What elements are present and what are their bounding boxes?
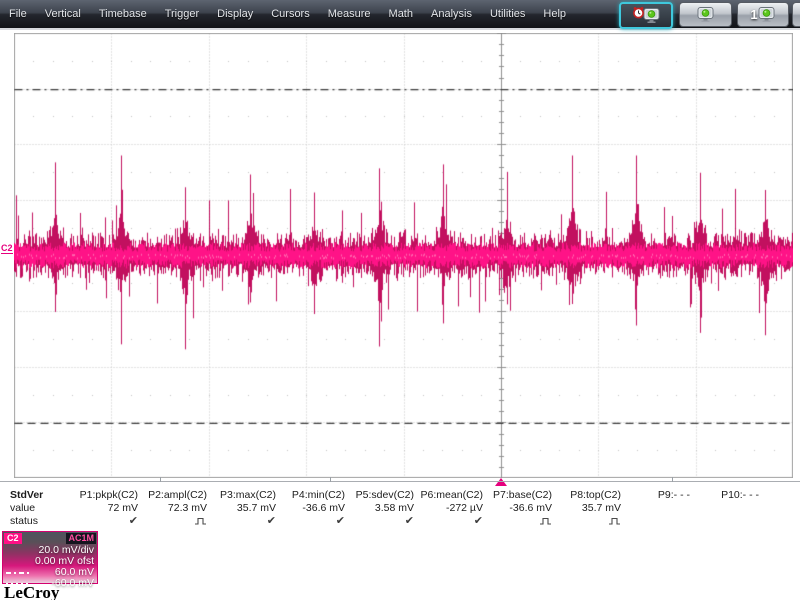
- menu-item-cursors[interactable]: Cursors: [262, 0, 319, 28]
- monitor-icon: [757, 6, 776, 23]
- measure-column-p7: P7:base(C2)-36.6 mV: [486, 489, 555, 528]
- measure-param-label[interactable]: P4:min(C2): [279, 489, 345, 502]
- coupling-badge: AC1M: [66, 533, 96, 544]
- measure-param-label[interactable]: P9:- - -: [624, 489, 690, 502]
- status-pulse-icon: [194, 516, 207, 526]
- measure-value: -272 µV: [417, 502, 483, 515]
- clock-display-button[interactable]: [619, 2, 673, 29]
- measure-param-label[interactable]: P2:ampl(C2): [141, 489, 207, 502]
- status-check-icon: ✔: [417, 515, 483, 528]
- measure-separator: [160, 477, 161, 482]
- measure-value: -36.6 mV: [279, 502, 345, 515]
- menu-item-measure[interactable]: Measure: [319, 0, 380, 28]
- status-check-icon: ✔: [72, 515, 138, 528]
- plot-bottom-rule: [0, 481, 800, 482]
- measure-column-p10: P10:- - -: [693, 489, 762, 528]
- status-pulse-icon: [141, 515, 207, 528]
- measure-status-row-label: status: [10, 515, 72, 528]
- display-button[interactable]: [679, 2, 732, 27]
- menu-item-vertical[interactable]: Vertical: [36, 0, 90, 28]
- channel-position-label[interactable]: C2: [1, 243, 13, 254]
- measure-separator: [330, 477, 331, 482]
- measure-row-labels: StdVer value status: [0, 489, 72, 528]
- menu-item-help[interactable]: Help: [534, 0, 575, 28]
- measure-column-p9: P9:- - -: [624, 489, 693, 528]
- alarm-clock-icon: [632, 6, 645, 19]
- status-check-icon: ✔: [279, 515, 345, 528]
- partial-button[interactable]: [792, 2, 800, 27]
- measure-param-label[interactable]: P8:top(C2): [555, 489, 621, 502]
- measure-value: -36.6 mV: [486, 502, 552, 515]
- status-pulse-icon: [486, 515, 552, 528]
- status-pulse-icon: [539, 516, 552, 526]
- lecroy-logo: LeCroy: [4, 584, 59, 600]
- measure-value: 35.7 mV: [555, 502, 621, 515]
- menu-item-display[interactable]: Display: [208, 0, 262, 28]
- measure-separator: [672, 477, 673, 482]
- measure-value-row-label: value: [10, 502, 72, 515]
- measure-column-p3: P3:max(C2)35.7 mV✔: [210, 489, 279, 528]
- display-1-button[interactable]: 1: [737, 2, 789, 27]
- measure-column-p8: P8:top(C2)35.7 mV: [555, 489, 624, 528]
- oscilloscope-screen: FileVerticalTimebaseTriggerDisplayCursor…: [0, 0, 800, 600]
- measure-value: [693, 502, 759, 515]
- measure-column-p2: P2:ampl(C2)72.3 mV: [141, 489, 210, 528]
- monitor-icon: [696, 6, 715, 23]
- channel-descriptor-c2[interactable]: C2 AC1M 20.0 mV/div 0.00 mV ofst 60.0 mV…: [2, 531, 98, 584]
- menu-item-file[interactable]: File: [0, 0, 36, 28]
- measure-value: 35.7 mV: [210, 502, 276, 515]
- status-empty: [693, 515, 759, 528]
- status-check-icon: ✔: [348, 515, 414, 528]
- menu-underline: [0, 28, 800, 30]
- measure-value: 72.3 mV: [141, 502, 207, 515]
- menu-item-trigger[interactable]: Trigger: [156, 0, 208, 28]
- measure-param-label[interactable]: P1:pkpk(C2): [72, 489, 138, 502]
- measure-param-label[interactable]: P10:- - -: [693, 489, 759, 502]
- measure-param-label[interactable]: P6:mean(C2): [417, 489, 483, 502]
- menu-item-math[interactable]: Math: [380, 0, 422, 28]
- measure-column-p4: P4:min(C2)-36.6 mV✔: [279, 489, 348, 528]
- measure-table: StdVer value status P1:pkpk(C2)72 mV✔P2:…: [0, 489, 762, 528]
- trigger-position-marker[interactable]: [495, 478, 507, 486]
- measure-param-label[interactable]: P5:sdev(C2): [348, 489, 414, 502]
- measure-corner-label: StdVer: [10, 489, 72, 502]
- measure-value: 72 mV: [72, 502, 138, 515]
- measure-param-label[interactable]: P3:max(C2): [210, 489, 276, 502]
- measure-columns: P1:pkpk(C2)72 mV✔P2:ampl(C2)72.3 mVP3:ma…: [72, 489, 762, 528]
- measure-value: [624, 502, 690, 515]
- measure-column-p1: P1:pkpk(C2)72 mV✔: [72, 489, 141, 528]
- measure-param-label[interactable]: P7:base(C2): [486, 489, 552, 502]
- measure-value: 3.58 mV: [348, 502, 414, 515]
- measure-column-p6: P6:mean(C2)-272 µV✔: [417, 489, 486, 528]
- waveform-trace-c2[interactable]: [14, 33, 793, 478]
- status-pulse-icon: [555, 515, 621, 528]
- status-pulse-icon: [608, 516, 621, 526]
- menu-item-analysis[interactable]: Analysis: [422, 0, 481, 28]
- menu-item-timebase[interactable]: Timebase: [90, 0, 156, 28]
- channel-id-badge: C2: [4, 533, 22, 544]
- upper-level-dashdot-icon: [6, 572, 30, 574]
- status-check-icon: ✔: [210, 515, 276, 528]
- status-empty: [624, 515, 690, 528]
- measure-column-p5: P5:sdev(C2)3.58 mV✔: [348, 489, 417, 528]
- menu-item-utilities[interactable]: Utilities: [481, 0, 534, 28]
